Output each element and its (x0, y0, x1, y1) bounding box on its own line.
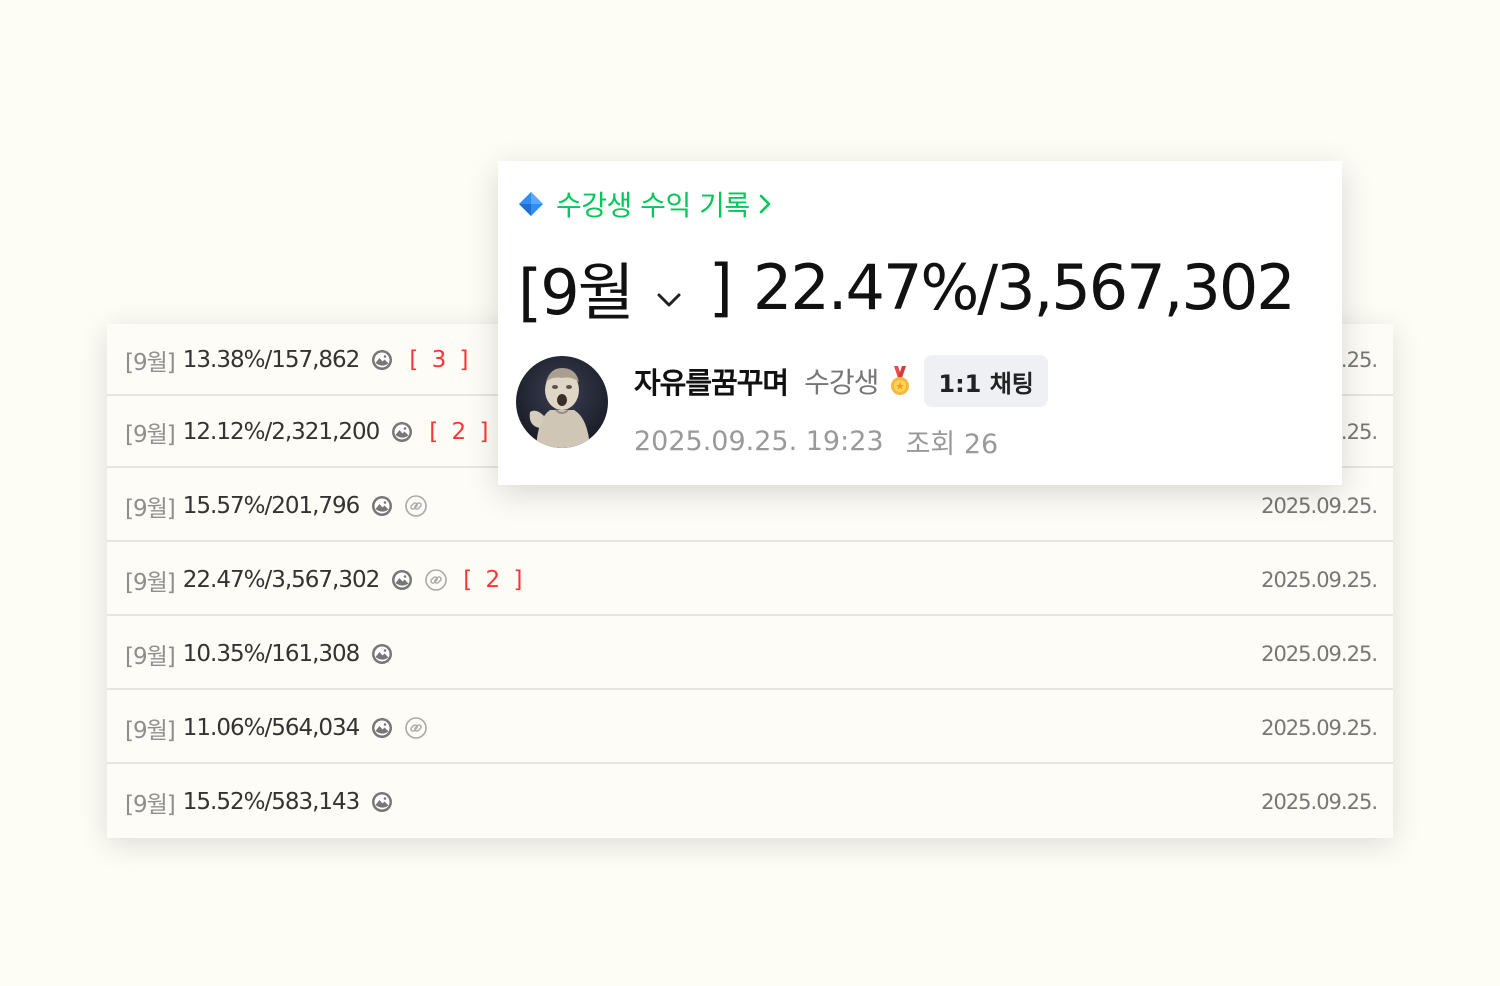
row-prefix: [9월] (125, 570, 176, 596)
category-link[interactable]: 수강생 수익 기록 (518, 183, 772, 225)
post-header-card: 수강생 수익 기록 [9월 ] 22.47%/3,567,302 자유를꿈꾸며 … (498, 161, 1342, 485)
author-line: 자유를꿈꾸며 수강생 1:1 채팅 (634, 355, 1048, 407)
row-title[interactable]: 13.38%/157,862 (183, 347, 361, 373)
row-prefix: [9월] (125, 350, 176, 376)
row-title[interactable]: 10.35%/161,308 (183, 641, 361, 667)
row-date: 2025.09.25. (1261, 568, 1378, 592)
link-icon (405, 495, 428, 517)
chevron-down-icon (657, 293, 681, 306)
image-icon (372, 792, 393, 812)
row-title[interactable]: 15.52%/583,143 (183, 789, 361, 815)
link-icon (405, 717, 428, 739)
link-icon (425, 569, 448, 591)
title-prefix: [9월 (518, 256, 635, 329)
profile-photo (516, 356, 608, 448)
comment-count[interactable]: [ 3 ] (409, 347, 471, 373)
list-row[interactable]: [9월] 22.47%/3,567,302 [ 2 ] 2025.09.25. (107, 544, 1393, 616)
image-icon (372, 350, 393, 370)
image-icon (392, 570, 413, 590)
author-role: 수강생 (804, 366, 879, 399)
category-label: 수강생 수익 기록 (556, 189, 750, 222)
row-prefix: [9월] (125, 644, 176, 670)
row-title[interactable]: 12.12%/2,321,200 (183, 419, 381, 445)
avatar[interactable] (516, 356, 608, 448)
author-name[interactable]: 자유를꿈꾸며 (634, 360, 789, 402)
row-prefix: [9월] (125, 422, 176, 448)
image-icon (372, 496, 393, 516)
row-title[interactable]: 11.06%/564,034 (183, 715, 361, 741)
row-date: 2025.09.25. (1261, 642, 1378, 666)
list-row[interactable]: [9월] 11.06%/564,034 2025.09.25. (107, 692, 1393, 764)
comment-count[interactable]: [ 2 ] (463, 567, 525, 593)
row-title[interactable]: 22.47%/3,567,302 (183, 567, 381, 593)
title-value: 22.47%/3,567,302 (752, 250, 1296, 324)
view-count: 조회 26 (905, 428, 999, 460)
image-icon (392, 422, 413, 442)
image-icon (372, 644, 393, 664)
image-icon (372, 718, 393, 738)
post-meta: 2025.09.25. 19:23 조회 26 (634, 419, 998, 463)
row-prefix: [9월] (125, 496, 176, 522)
chevron-right-icon (759, 194, 770, 214)
row-title[interactable]: 15.57%/201,796 (183, 493, 361, 519)
row-date: 2025.09.25. (1261, 790, 1378, 814)
list-row[interactable]: [9월] 15.52%/583,143 2025.09.25. (107, 766, 1393, 838)
post-title: [9월 ] 22.47%/3,567,302 (518, 247, 1296, 330)
chat-button[interactable]: 1:1 채팅 (924, 355, 1048, 407)
row-date: 2025.09.25. (1261, 716, 1378, 740)
comment-count[interactable]: [ 2 ] (429, 419, 491, 445)
row-prefix: [9월] (125, 792, 176, 818)
blue-diamond-icon (519, 192, 543, 216)
title-suffix: ] (708, 250, 733, 324)
list-row[interactable]: [9월] 10.35%/161,308 2025.09.25. (107, 618, 1393, 690)
row-prefix: [9월] (125, 718, 176, 744)
medal-icon (891, 366, 910, 395)
month-dropdown[interactable] (639, 251, 699, 324)
post-datetime: 2025.09.25. 19:23 (634, 425, 884, 457)
